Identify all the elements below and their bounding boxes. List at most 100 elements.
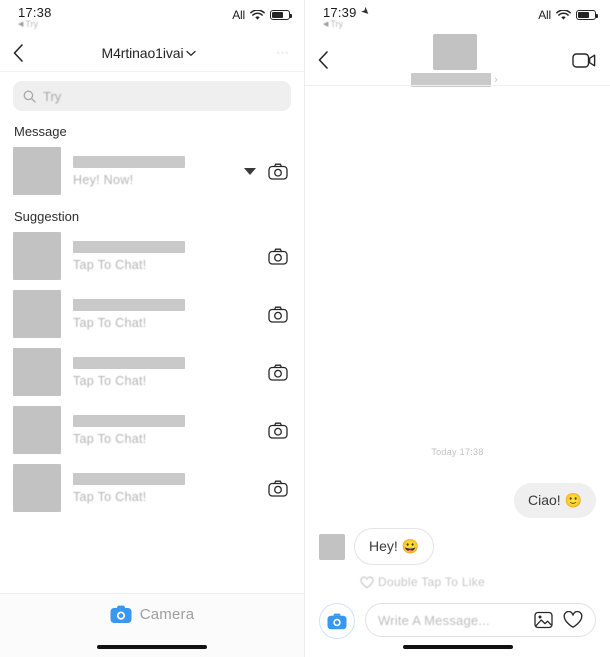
camera-label: Camera <box>139 606 195 623</box>
status-time-row: 17:39 ➤ <box>323 4 372 20</box>
carrier-label: All <box>538 8 551 22</box>
back-triangle-icon: ◀ <box>18 21 24 28</box>
status-back-hint[interactable]: ◀ Try <box>18 20 38 29</box>
message-bubble[interactable]: Hey! 😀 <box>354 528 435 565</box>
battery-icon <box>576 10 598 20</box>
wifi-icon <box>250 9 265 21</box>
location-arrow-icon: ➤ <box>357 4 372 19</box>
chat-thread-screen: 17:39 ➤ ◀ Try All › Today 17:38 Ciao! 🙂 … <box>305 0 610 657</box>
avatar <box>13 406 61 454</box>
nav-right-group[interactable]: ⋯ <box>260 45 290 61</box>
page-title: M4rtinao1ivai <box>101 45 184 61</box>
home-indicator <box>402 645 513 649</box>
camera-outline-icon[interactable] <box>268 422 288 439</box>
status-time: 17:39 <box>323 5 357 20</box>
suggestion-row[interactable]: Tap To Chat! <box>0 401 304 459</box>
back-button[interactable] <box>317 47 343 73</box>
message-preview: Hey! Now! <box>73 172 134 187</box>
camera-outline-icon[interactable] <box>268 163 288 180</box>
status-back-hint[interactable]: ◀ Try <box>323 20 343 29</box>
chevron-left-icon <box>318 51 328 69</box>
back-button[interactable] <box>12 40 38 66</box>
video-camera-icon <box>572 52 596 68</box>
image-icon[interactable] <box>534 611 553 629</box>
camera-outline-icon[interactable] <box>268 480 288 497</box>
direct-messages-screen: 17:38 ◀ Try All M4rtinao1ivai ⋯ Try Mess… <box>0 0 305 657</box>
username-redacted <box>73 155 185 168</box>
suggestion-row[interactable]: Tap To Chat! <box>0 343 304 401</box>
section-title-message: Message <box>14 124 67 139</box>
message-input-placeholder: Write A Message... <box>378 612 490 628</box>
carrier-label: All <box>232 8 245 22</box>
message-input[interactable]: Write A Message... <box>365 603 596 637</box>
username-redacted <box>73 472 185 485</box>
username-redacted <box>73 240 185 253</box>
status-left-group: 17:38 ◀ Try <box>18 6 52 29</box>
back-triangle-icon: ◀ <box>323 21 329 28</box>
suggestion-row-texts: Tap To Chat! <box>61 414 268 446</box>
avatar <box>13 232 61 280</box>
avatar <box>432 33 477 70</box>
chat-profile-link[interactable]: › <box>343 33 566 87</box>
chevron-left-icon <box>13 44 23 62</box>
suggestion-row-texts: Tap To Chat! <box>61 298 268 330</box>
search-icon <box>23 90 36 103</box>
suggestion-row-texts: Tap To Chat! <box>61 472 268 504</box>
avatar <box>13 348 61 396</box>
nav-bar-left: M4rtinao1ivai ⋯ <box>0 34 304 72</box>
dual-screenshot: 17:38 ◀ Try All M4rtinao1ivai ⋯ Try Mess… <box>0 0 610 657</box>
suggestion-subtitle: Tap To Chat! <box>73 431 147 446</box>
camera-outline-icon[interactable] <box>268 248 288 265</box>
chat-message-list: Today 17:38 Ciao! 🙂 Hey! 😀 Double Tap To… <box>305 86 610 593</box>
chevron-down-icon <box>186 50 197 56</box>
camera-outline-icon[interactable] <box>268 306 288 323</box>
message-composer: Write A Message... <box>305 593 610 657</box>
avatar <box>13 290 61 338</box>
suggestion-subtitle: Tap To Chat! <box>73 489 147 504</box>
wifi-icon <box>556 9 571 21</box>
message-row[interactable]: Hey! Now! <box>0 142 304 200</box>
message-row-texts: Hey! Now! <box>61 155 244 187</box>
suggestion-row[interactable]: Tap To Chat! <box>0 227 304 285</box>
composer-actions <box>534 611 583 629</box>
suggestion-subtitle: Tap To Chat! <box>73 315 147 330</box>
status-left-group: 17:39 ➤ ◀ Try <box>323 4 372 29</box>
battery-icon <box>270 10 292 20</box>
account-switcher[interactable]: M4rtinao1ivai <box>38 45 260 61</box>
username-redacted <box>73 414 185 427</box>
search-section: Try <box>0 72 304 115</box>
more-options-icon[interactable]: ⋯ <box>276 45 290 61</box>
camera-button[interactable]: Camera <box>110 605 195 624</box>
video-call-button[interactable] <box>566 52 596 69</box>
username-redacted <box>73 356 185 369</box>
message-bubble-row-incoming: Hey! 😀 <box>319 528 596 565</box>
status-bar-right: 17:39 ➤ ◀ Try All <box>305 0 610 34</box>
suggestion-row-actions <box>268 480 290 497</box>
double-tap-hint: Double Tap To Like <box>319 575 596 589</box>
caret-down-icon <box>244 167 256 175</box>
heart-outline-icon[interactable] <box>563 611 583 629</box>
home-indicator <box>97 645 207 649</box>
search-placeholder: Try <box>43 88 62 104</box>
chevron-right-icon: › <box>494 73 498 86</box>
suggestion-row-texts: Tap To Chat! <box>61 240 268 272</box>
suggestion-subtitle: Tap To Chat! <box>73 257 147 272</box>
camera-filled-icon <box>327 613 347 630</box>
camera-outline-icon[interactable] <box>268 364 288 381</box>
status-back-label: Try <box>25 19 39 29</box>
search-input[interactable]: Try <box>13 81 291 111</box>
suggestion-row-actions <box>268 364 290 381</box>
double-tap-hint-label: Double Tap To Like <box>378 575 486 589</box>
message-row-actions <box>244 163 290 180</box>
suggestion-row-actions <box>268 422 290 439</box>
status-right-group: All <box>232 6 292 22</box>
message-bubble[interactable]: Ciao! 🙂 <box>513 483 596 518</box>
suggestion-row[interactable]: Tap To Chat! <box>0 459 304 517</box>
username-redacted <box>73 298 185 311</box>
composer-camera-button[interactable] <box>319 603 355 639</box>
status-right-group: All <box>538 6 598 22</box>
status-back-label: Try <box>330 19 344 29</box>
suggestion-row[interactable]: Tap To Chat! <box>0 285 304 343</box>
camera-filled-icon <box>110 605 132 624</box>
suggestion-row-actions <box>268 248 290 265</box>
